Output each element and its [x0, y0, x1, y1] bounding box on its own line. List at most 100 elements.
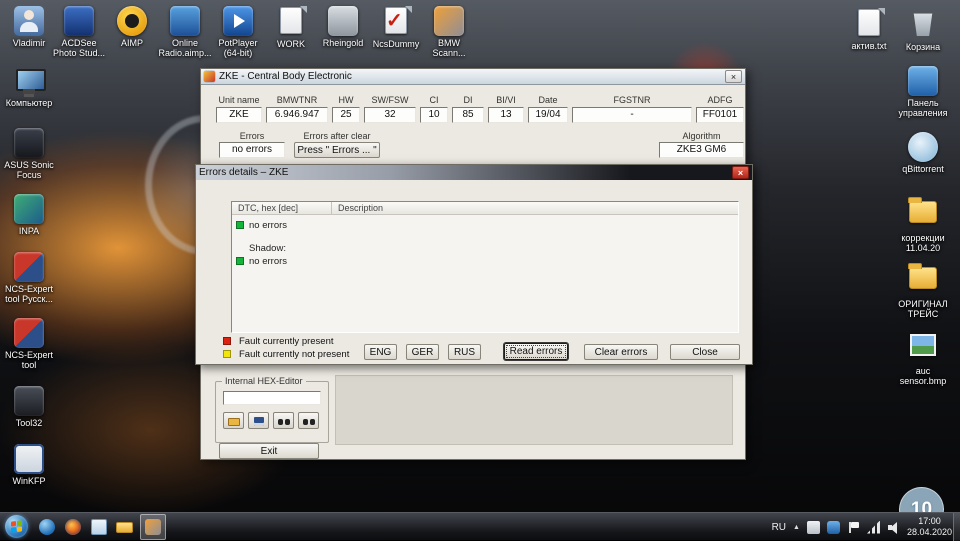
- bi-vi-field: 13: [488, 107, 524, 123]
- hidden-icons-chevron-icon[interactable]: ▲: [793, 524, 800, 531]
- status-ok-marker: [236, 257, 244, 265]
- tray-date: 28.04.2020: [906, 527, 952, 537]
- start-button[interactable]: [5, 515, 28, 538]
- desktop-icon-acdsee[interactable]: ACDSee Photo Stud...: [51, 6, 107, 59]
- volume-icon[interactable]: [887, 521, 900, 534]
- ncsdummy-icon: [385, 7, 407, 34]
- tool32-icon: [14, 386, 44, 416]
- errors-window-titlebar[interactable]: Errors details – ZKE ×: [196, 165, 752, 180]
- taskbar: RU ▲ 17:00 28.04.2020: [0, 512, 960, 541]
- press-errors-button[interactable]: Press " Errors ... ": [294, 142, 380, 158]
- desktop-icon-control-panel[interactable]: Панель управления: [895, 66, 951, 119]
- text-file-icon: [858, 9, 880, 36]
- inpa-icon: [14, 194, 44, 224]
- desktop-icon-aktiv-txt[interactable]: актив.txt: [841, 8, 897, 51]
- adfg-field: FF0101: [696, 107, 744, 123]
- fault-not-present-swatch: [223, 350, 231, 358]
- date-field: 19/04: [528, 107, 568, 123]
- close-button[interactable]: Close: [670, 344, 740, 360]
- online-radio-icon: [170, 6, 200, 36]
- unit-name-field: ZKE: [216, 107, 262, 123]
- internal-hex-editor-group: Internal HEX-Editor: [215, 376, 329, 443]
- qbittorrent-icon: [908, 132, 938, 162]
- open-file-button[interactable]: [223, 412, 244, 429]
- ci-field: 10: [420, 107, 448, 123]
- folder-icon: [909, 201, 937, 223]
- desktop-icon-aimp[interactable]: AIMP: [104, 6, 160, 48]
- taskbar-icon-firefox[interactable]: [62, 516, 84, 538]
- bmwtnr-field: 6.946.947: [266, 107, 328, 123]
- fault-present-swatch: [223, 337, 231, 345]
- desktop-icon-original-trace-folder[interactable]: ОРИГИНАЛ ТРЕЙС: [895, 262, 951, 320]
- desktop-icon-korrekcii-folder[interactable]: коррекции 11.04.20: [895, 196, 951, 254]
- desktop-icon-vladimir[interactable]: Vladimir: [1, 6, 57, 48]
- desktop-icon-online-radio[interactable]: Online Radio.aimp...: [157, 6, 213, 59]
- show-desktop-button[interactable]: [953, 513, 960, 541]
- keyboard-layout-icon[interactable]: [806, 520, 820, 534]
- dtc-column-header: DTC, hex [dec]: [232, 202, 332, 214]
- close-icon[interactable]: ×: [725, 70, 742, 83]
- desktop-icon-winkfp[interactable]: WinKFP: [1, 444, 57, 486]
- security-shield-icon[interactable]: [826, 520, 840, 534]
- dtc-row-shadow-no-errors[interactable]: no errors: [249, 256, 287, 267]
- desktop-icon-computer[interactable]: Компьютер: [1, 66, 57, 108]
- read-errors-button[interactable]: Read errors: [504, 343, 568, 360]
- asus-sonic-focus-icon: [14, 128, 44, 158]
- status-ok-marker: [236, 221, 244, 229]
- browser-icon: [39, 519, 55, 535]
- desktop-icon-ncs-expert[interactable]: NCS-Expert tool: [1, 318, 57, 371]
- zke-window-titlebar[interactable]: ZKE - Central Body Electronic ×: [201, 69, 745, 85]
- action-center-flag-icon[interactable]: [847, 521, 860, 534]
- clear-errors-button[interactable]: Clear errors: [584, 344, 658, 360]
- taskbar-icon-bmw-scanner-active[interactable]: [140, 514, 166, 540]
- hex-editor-title: Internal HEX-Editor: [222, 376, 306, 386]
- user-icon: [14, 6, 44, 36]
- taskbar-icon-browser[interactable]: [36, 516, 58, 538]
- desktop-icon-tool32[interactable]: Tool32: [1, 386, 57, 428]
- desktop-icon-ncs-expert-rus[interactable]: NCS-Expert tool Русск...: [1, 252, 57, 305]
- sw-fsw-field: 32: [364, 107, 416, 123]
- ncs-expert-rus-icon: [14, 252, 44, 282]
- search-next-button[interactable]: [298, 412, 319, 429]
- dtc-row-no-errors[interactable]: no errors: [249, 220, 287, 231]
- hex-editor-input[interactable]: [223, 391, 321, 405]
- errors-details-window: Errors details – ZKE × DTC, hex [dec] De…: [195, 164, 753, 365]
- unit-info-fields: Unit name ZKE BMWTNR 6.946.947 HW 25 SW/FSW…: [216, 95, 744, 123]
- desktop-icon-rheingold[interactable]: Rheingold: [315, 6, 371, 48]
- dtc-list[interactable]: DTC, hex [dec] Description no errors Sha…: [231, 201, 739, 333]
- exit-button[interactable]: Exit: [219, 443, 319, 459]
- taskbar-icon-calculator[interactable]: [88, 516, 110, 538]
- potplayer-icon: [223, 6, 253, 36]
- calculator-icon: [91, 519, 107, 535]
- dtc-row-shadow[interactable]: Shadow:: [249, 243, 286, 254]
- desktop-icon-asus-sonic-focus[interactable]: ASUS Sonic Focus: [1, 128, 57, 181]
- desktop-icon-potplayer[interactable]: PotPlayer (64-bit): [210, 6, 266, 59]
- search-hex-button[interactable]: [273, 412, 294, 429]
- rus-language-button[interactable]: RUS: [448, 344, 481, 360]
- desktop-icon-qbittorrent[interactable]: qBittorrent: [895, 132, 951, 174]
- save-file-button[interactable]: [248, 412, 269, 429]
- ger-language-button[interactable]: GER: [406, 344, 439, 360]
- desktop-icon-auc-sensor-bmp[interactable]: auc sensor.bmp: [895, 330, 951, 387]
- taskbar-icon-explorer[interactable]: [114, 516, 136, 538]
- desktop-icon-recycle-bin[interactable]: Корзина: [895, 8, 951, 52]
- network-icon[interactable]: [866, 520, 880, 534]
- dtc-list-header: DTC, hex [dec] Description: [232, 202, 738, 215]
- binoculars-icon: [303, 419, 308, 425]
- desktop-icon-ncsdummy[interactable]: NcsDummy: [368, 6, 424, 49]
- language-indicator[interactable]: RU: [772, 522, 786, 533]
- description-column-header: Description: [338, 203, 384, 213]
- algorithm-label: Algorithm: [682, 131, 721, 141]
- desktop-icon-inpa[interactable]: INPA: [1, 194, 57, 236]
- errors-status-field: no errors: [219, 142, 285, 158]
- control-panel-icon: [908, 66, 938, 96]
- folder-icon: [909, 267, 937, 289]
- aimp-icon: [117, 6, 147, 36]
- eng-language-button[interactable]: ENG: [364, 344, 397, 360]
- desktop-icon-work[interactable]: WORK: [263, 6, 319, 49]
- system-tray: RU ▲ 17:00 28.04.2020: [772, 513, 952, 541]
- clock[interactable]: 17:00 28.04.2020: [907, 516, 952, 538]
- close-icon[interactable]: ×: [732, 166, 749, 179]
- app-icon: [204, 71, 215, 82]
- desktop-icon-bmw-scanner[interactable]: BMW Scann...: [421, 6, 477, 59]
